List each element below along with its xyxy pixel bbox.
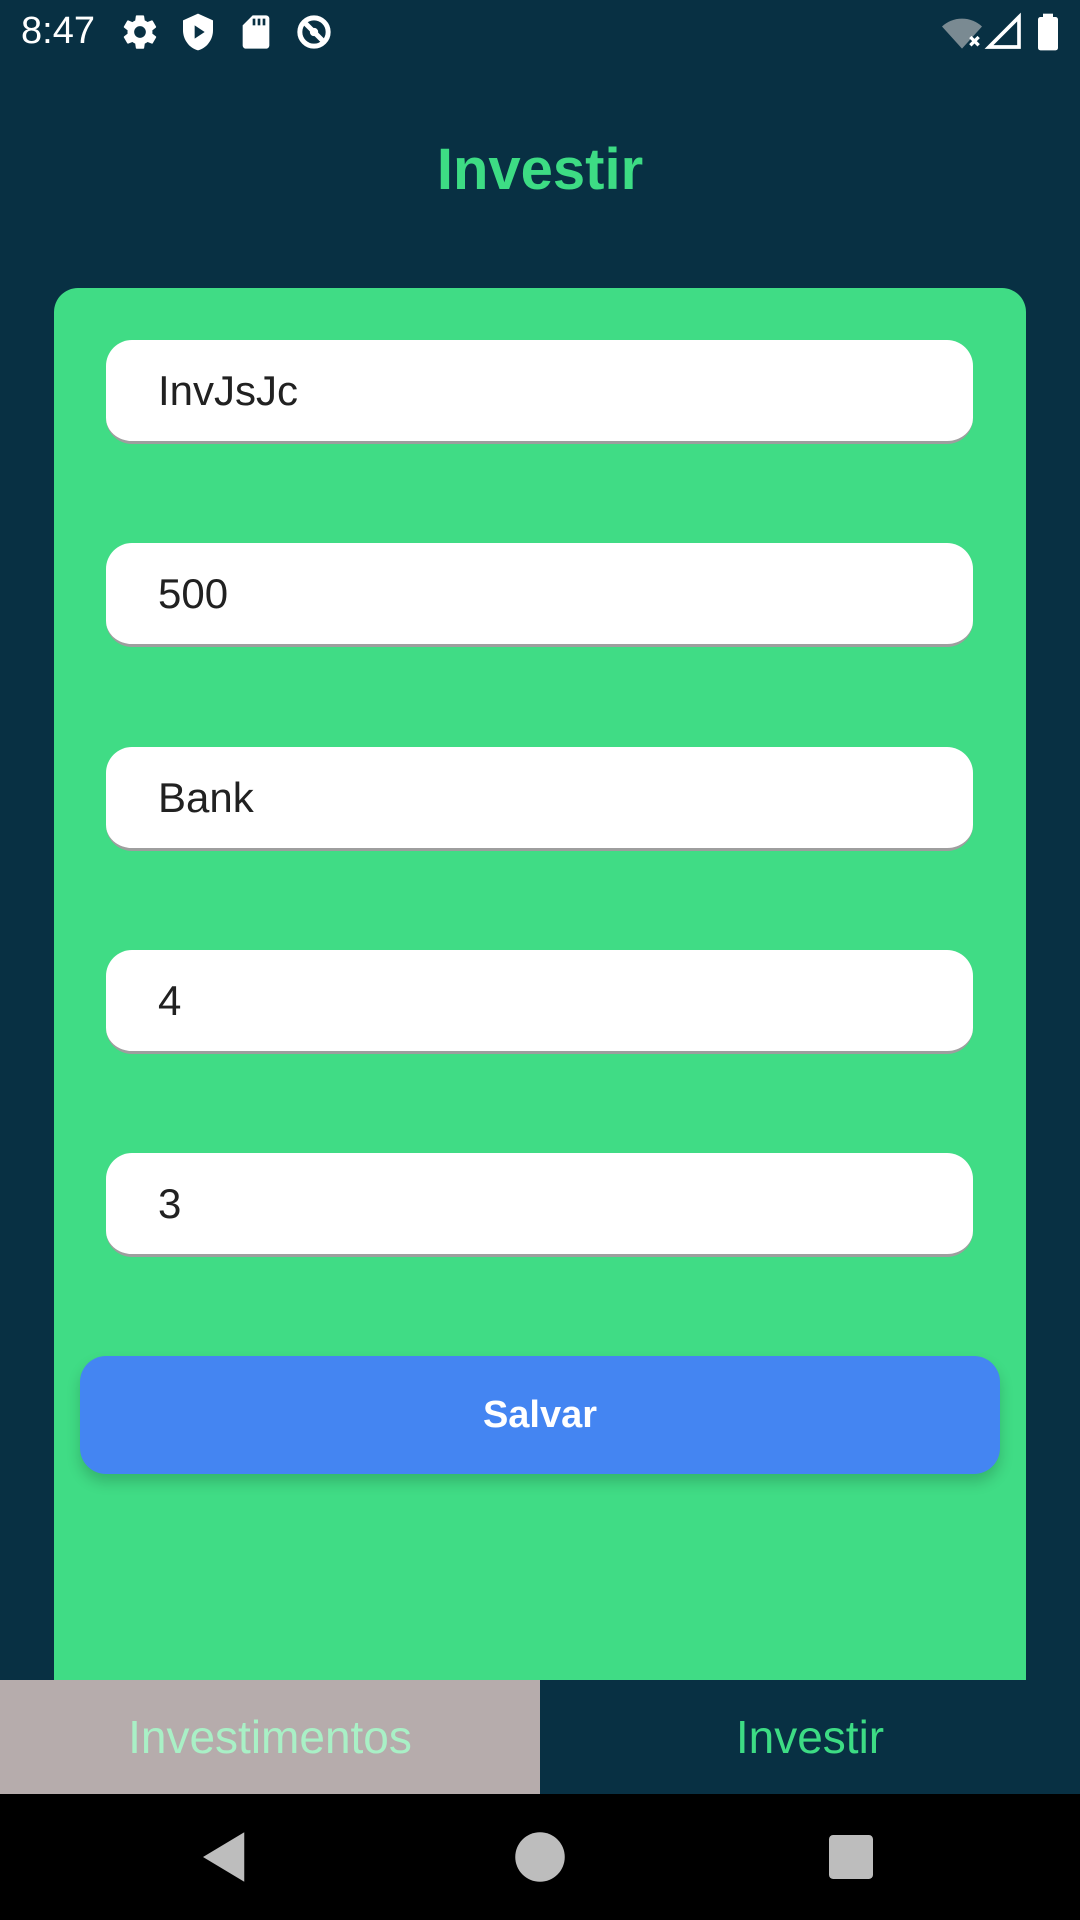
battery-icon bbox=[1028, 12, 1068, 52]
amount-input[interactable] bbox=[106, 543, 973, 644]
field-institution bbox=[106, 747, 973, 851]
rate-input[interactable] bbox=[106, 950, 973, 1051]
system-nav-bar bbox=[0, 1794, 1080, 1920]
period-input[interactable] bbox=[106, 1153, 973, 1254]
sd-card-icon bbox=[236, 12, 276, 52]
field-name bbox=[106, 340, 973, 444]
field-amount bbox=[106, 543, 973, 647]
data-saver-icon bbox=[294, 12, 334, 52]
name-input[interactable] bbox=[106, 340, 973, 441]
page-title: Investir bbox=[436, 137, 644, 202]
home-icon[interactable] bbox=[507, 1824, 573, 1890]
bottom-tab-bar: Investimentos Investir bbox=[0, 1680, 1080, 1794]
cell-signal-icon bbox=[984, 12, 1024, 52]
field-rate bbox=[106, 950, 973, 1054]
investment-form-card: Salvar bbox=[54, 288, 1026, 1680]
field-period bbox=[106, 1153, 973, 1257]
shield-play-icon bbox=[178, 12, 218, 52]
institution-input[interactable] bbox=[106, 747, 973, 848]
save-button[interactable]: Salvar bbox=[80, 1356, 1000, 1474]
recents-icon[interactable] bbox=[818, 1824, 884, 1890]
tab-investimentos[interactable]: Investimentos bbox=[0, 1680, 540, 1794]
gear-icon bbox=[120, 12, 160, 52]
wifi-off-icon bbox=[942, 12, 982, 52]
back-icon[interactable] bbox=[192, 1824, 258, 1890]
status-bar: 8:47 bbox=[0, 0, 1080, 62]
status-time: 8:47 bbox=[21, 10, 95, 52]
tab-investir[interactable]: Investir bbox=[540, 1680, 1080, 1794]
